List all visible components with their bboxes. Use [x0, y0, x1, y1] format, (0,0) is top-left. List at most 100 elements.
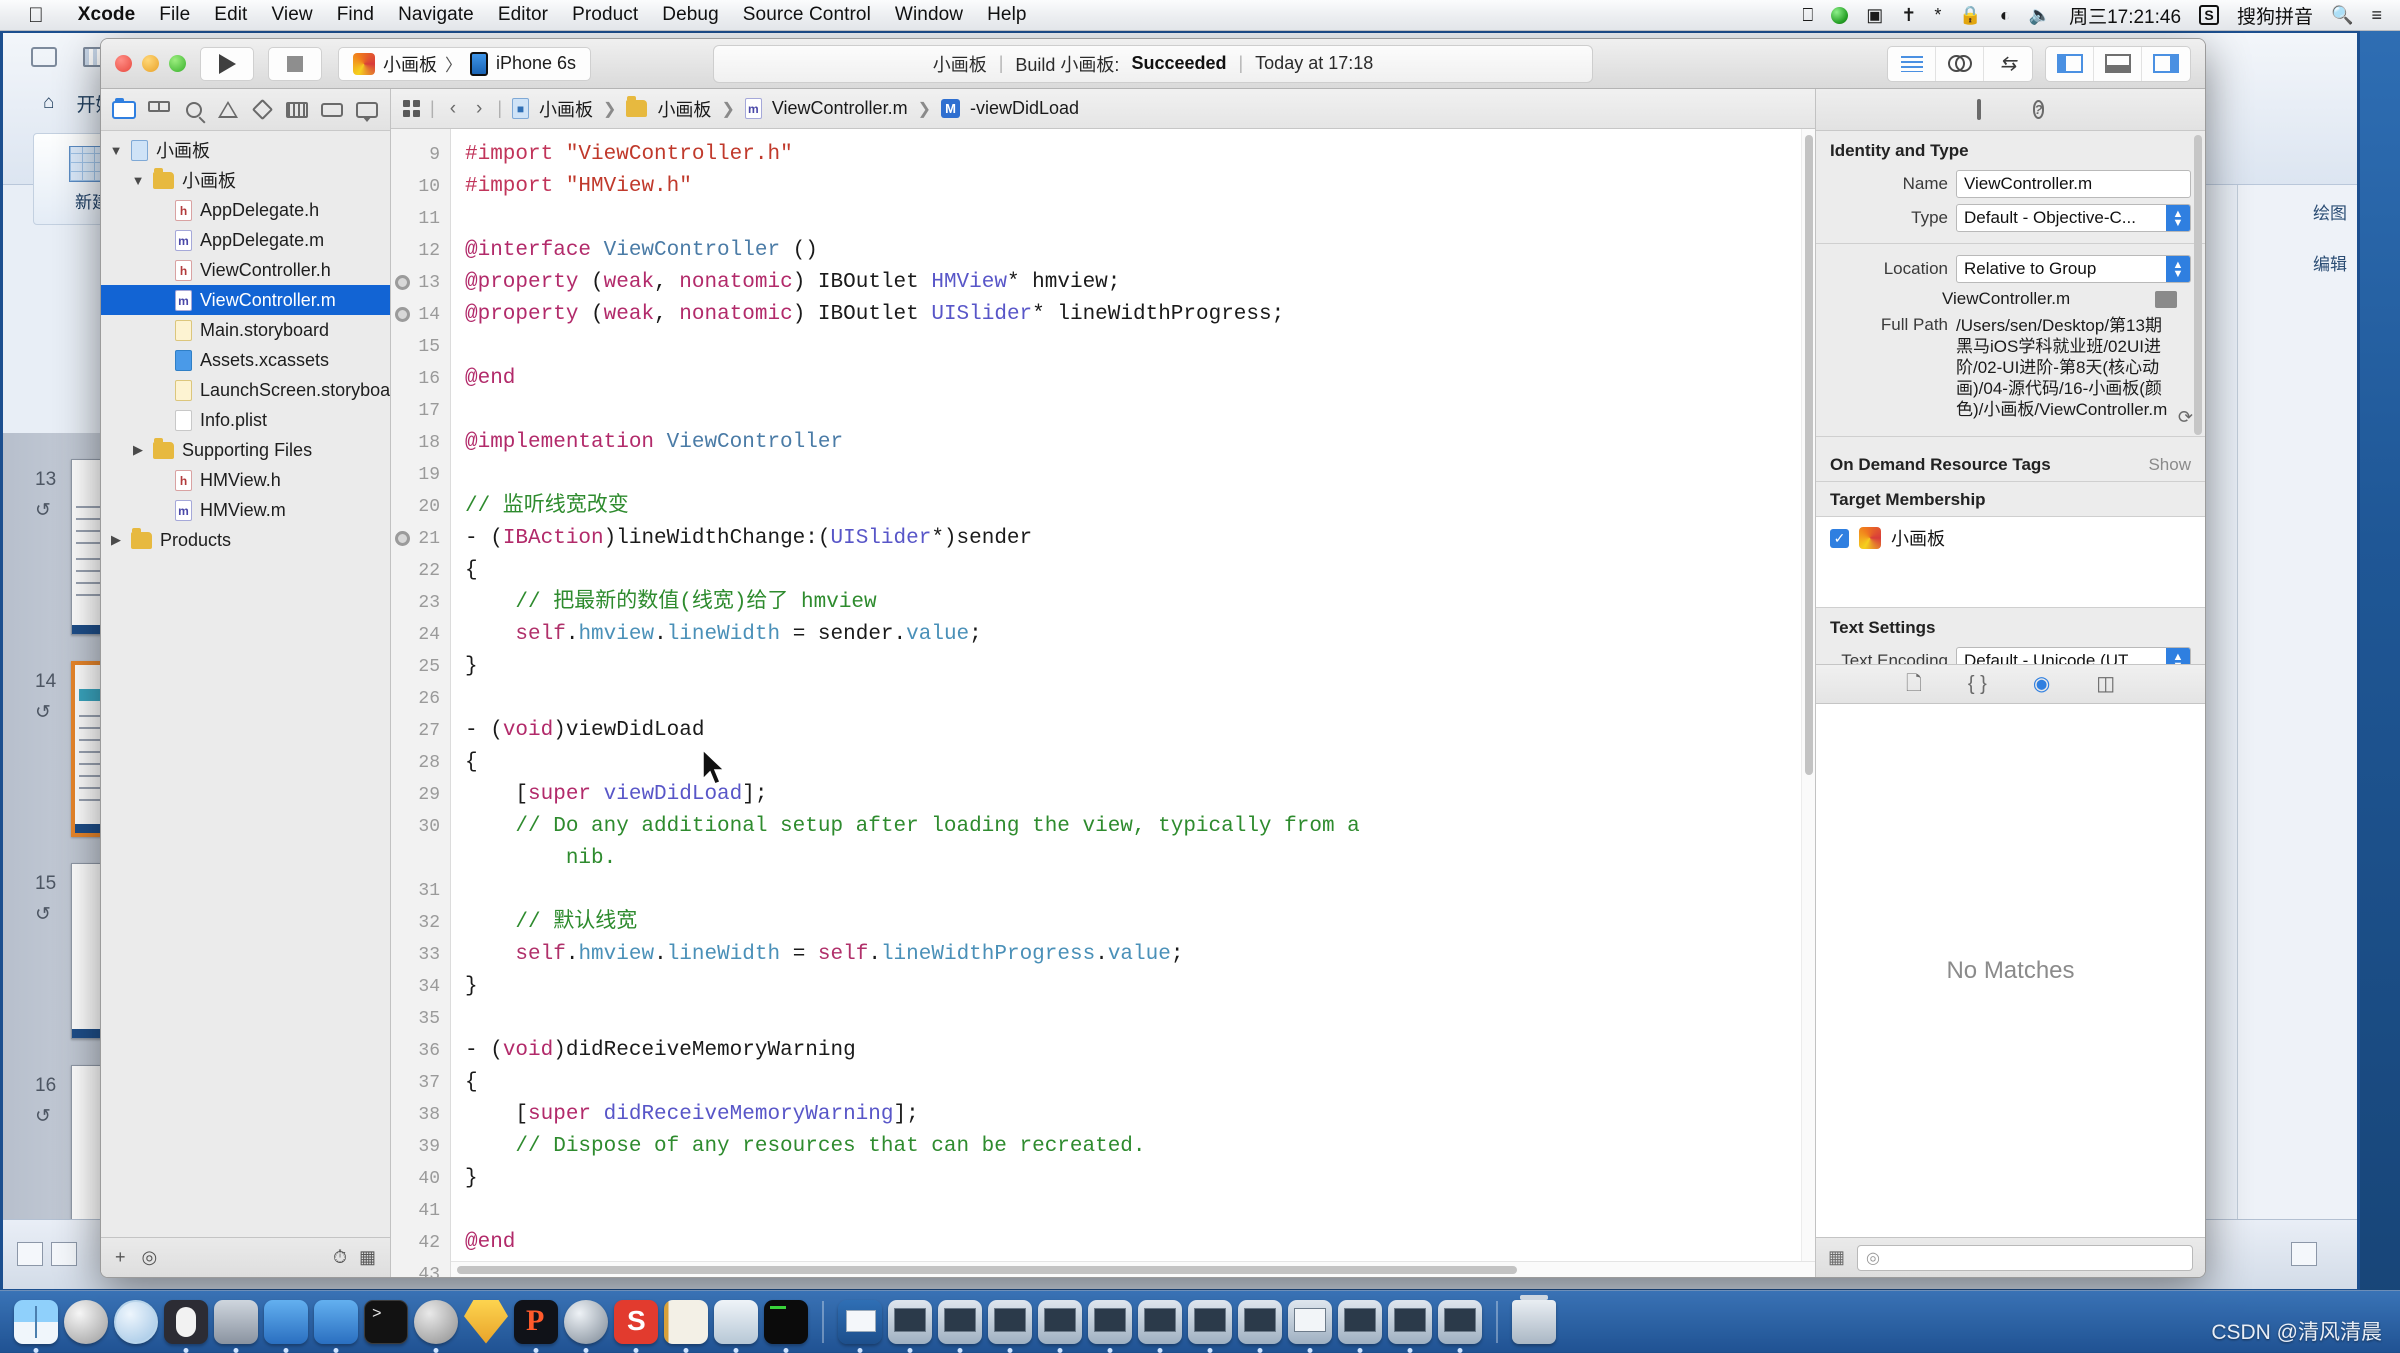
bg-right-label-draw[interactable]: 绘图	[2313, 199, 2347, 224]
dock-item-window-7[interactable]	[1188, 1300, 1232, 1344]
menu-item-product[interactable]: Product	[560, 4, 650, 26]
bg-status-icon-close[interactable]	[2291, 1242, 2317, 1266]
line-number[interactable]: 37	[391, 1067, 450, 1099]
line-number[interactable]: 18	[391, 427, 450, 459]
menu-item-edit[interactable]: Edit	[202, 4, 259, 26]
type-row[interactable]: Type Default - Objective-C... ▲▼	[1816, 201, 2205, 235]
menu-item-help[interactable]: Help	[975, 4, 1038, 26]
menu-item-view[interactable]: View	[259, 4, 324, 26]
tree-item-[interactable]: ▼小画板	[101, 135, 390, 165]
code-line[interactable]: {	[465, 1067, 1815, 1099]
project-navigator-tree[interactable]: ▼小画板▼小画板hAppDelegate.hmAppDelegate.mhVie…	[101, 131, 390, 1237]
tree-item-assetsxcassets[interactable]: Assets.xcassets	[101, 345, 390, 375]
minimize-button[interactable]	[142, 55, 159, 72]
file-template-library-icon[interactable]: 🗋	[1906, 674, 1922, 694]
chevron-updown-icon[interactable]: ▲▼	[2166, 204, 2190, 232]
tree-item-viewcontrollerh[interactable]: hViewController.h	[101, 255, 390, 285]
disclosure-triangle-icon[interactable]: ▶	[109, 532, 123, 548]
line-number[interactable]: 41	[391, 1195, 450, 1227]
breakpoint-navigator-icon[interactable]	[319, 98, 345, 122]
checkbox-checked-icon[interactable]: ✓	[1830, 529, 1849, 548]
dock-item-window-9[interactable]	[1288, 1300, 1332, 1344]
breadcrumb-group[interactable]: 小画板	[657, 96, 711, 122]
editor-mode-group[interactable]: ⇆	[1887, 46, 2033, 82]
breadcrumb-project[interactable]: 小画板	[539, 96, 593, 122]
home-icon[interactable]: ⌂	[43, 92, 54, 114]
apple-logo-icon[interactable]: 	[28, 5, 44, 26]
disclosure-triangle-icon[interactable]: ▼	[131, 173, 145, 188]
tree-item-supportingfiles[interactable]: ▶Supporting Files	[101, 435, 390, 465]
menu-item-navigate[interactable]: Navigate	[386, 4, 486, 26]
list-icon[interactable]: ≡	[2371, 6, 2382, 24]
filter-icon[interactable]: ◎	[142, 1247, 158, 1268]
code-line[interactable]	[465, 395, 1815, 427]
line-number[interactable]: 15	[391, 331, 450, 363]
breakpoint-icon[interactable]	[395, 275, 410, 290]
library-filter-input[interactable]: ◎	[1857, 1245, 2193, 1271]
line-number[interactable]: 34	[391, 971, 450, 1003]
code-line[interactable]: // Dispose of any resources that can be …	[465, 1131, 1815, 1163]
code-line[interactable]: {	[465, 555, 1815, 587]
dock-item-window-5[interactable]	[1088, 1300, 1132, 1344]
tree-item-infoplist[interactable]: Info.plist	[101, 405, 390, 435]
code-line[interactable]: // 把最新的数值(线宽)给了 hmview	[465, 587, 1815, 619]
line-number[interactable]: 23	[391, 587, 450, 619]
dock-item-safari[interactable]	[114, 1300, 158, 1344]
navigator-bottom-bar[interactable]: + ◎ ⏱ ▦	[101, 1237, 390, 1277]
name-field[interactable]: ViewController.m	[1956, 170, 2191, 198]
menu-item-xcode[interactable]: Xcode	[66, 4, 148, 26]
stop-button[interactable]	[268, 47, 322, 81]
dock-item-trash[interactable]	[1512, 1300, 1556, 1344]
dock-item-terminal[interactable]	[364, 1300, 408, 1344]
code-snippet-library-icon[interactable]: { }	[1968, 674, 1987, 694]
dock-item-window-1[interactable]	[888, 1300, 932, 1344]
dock-item-system-preferences[interactable]	[414, 1300, 458, 1344]
line-number[interactable]: 40	[391, 1163, 450, 1195]
code-line[interactable]: }	[465, 1163, 1815, 1195]
run-button[interactable]	[200, 47, 254, 81]
line-number[interactable]: 12	[391, 235, 450, 267]
jump-bar[interactable]: | ‹ › | ■ 小画板 ❯ 小画板 ❯ m ViewController.m…	[391, 89, 1815, 129]
code-line[interactable]: @end	[465, 1227, 1815, 1259]
inspector-tab-bar[interactable]: ?	[1816, 89, 2205, 131]
utilities-toggle-icon[interactable]	[2142, 47, 2190, 81]
code-line[interactable]	[465, 1003, 1815, 1035]
xcode-toolbar[interactable]: 小画板 〉 iPhone 6s 小画板 | Build 小画板: Succeed…	[101, 39, 2205, 89]
breadcrumb-file[interactable]: ViewController.m	[772, 98, 908, 119]
line-number[interactable]: 35	[391, 1003, 450, 1035]
back-button[interactable]: ‹	[445, 98, 461, 120]
tree-item-hmviewm[interactable]: mHMView.m	[101, 495, 390, 525]
code-line[interactable]: self.hmview.lineWidth = sender.value;	[465, 619, 1815, 651]
dock-item-window-8[interactable]	[1238, 1300, 1282, 1344]
navigator-tab-bar[interactable]	[101, 89, 390, 131]
line-number[interactable]: 29	[391, 779, 450, 811]
search-icon[interactable]: 🔍	[2331, 6, 2353, 24]
line-number[interactable]: 42	[391, 1227, 450, 1259]
code-text[interactable]: #import "ViewController.h"#import "HMVie…	[451, 129, 1815, 1277]
reveal-in-finder-icon[interactable]: ⟳	[2178, 407, 2193, 427]
code-line[interactable]	[465, 1195, 1815, 1227]
disclosure-triangle-icon[interactable]: ▼	[109, 143, 123, 158]
line-number[interactable]: 39	[391, 1131, 450, 1163]
menu-item-debug[interactable]: Debug	[650, 4, 731, 26]
close-button[interactable]	[115, 55, 132, 72]
line-number[interactable]: 11	[391, 203, 450, 235]
source-control-navigator-icon[interactable]	[146, 98, 172, 122]
text-encoding-popup[interactable]: Default - Unicode (UT... ▲▼	[1956, 647, 2191, 664]
text-encoding-row[interactable]: Text Encoding Default - Unicode (UT... ▲…	[1816, 644, 2205, 664]
screen-share-icon[interactable]: ⎕	[1802, 6, 1813, 24]
line-number[interactable]: 9	[391, 139, 450, 171]
dock-item-xcode[interactable]	[264, 1300, 308, 1344]
line-number[interactable]: 10	[391, 171, 450, 203]
tree-item-launchscreenstoryboard[interactable]: LaunchScreen.storyboard	[101, 375, 390, 405]
debug-navigator-icon[interactable]	[284, 98, 310, 122]
code-line[interactable]: - (void)didReceiveMemoryWarning	[465, 1035, 1815, 1067]
dock-item-window-11[interactable]	[1388, 1300, 1432, 1344]
ime-label[interactable]: 搜狗拼音	[2237, 2, 2313, 29]
code-line[interactable]: [super didReceiveMemoryWarning];	[465, 1099, 1815, 1131]
editor-horizontal-scrollbar[interactable]	[451, 1261, 1815, 1277]
source-editor[interactable]: | ‹ › | ■ 小画板 ❯ 小画板 ❯ m ViewController.m…	[391, 89, 1815, 1277]
target-membership-item[interactable]: ✓ 小画板	[1830, 525, 2191, 551]
code-line[interactable]: // 监听线宽改变	[465, 491, 1815, 523]
line-number[interactable]: 36	[391, 1035, 450, 1067]
